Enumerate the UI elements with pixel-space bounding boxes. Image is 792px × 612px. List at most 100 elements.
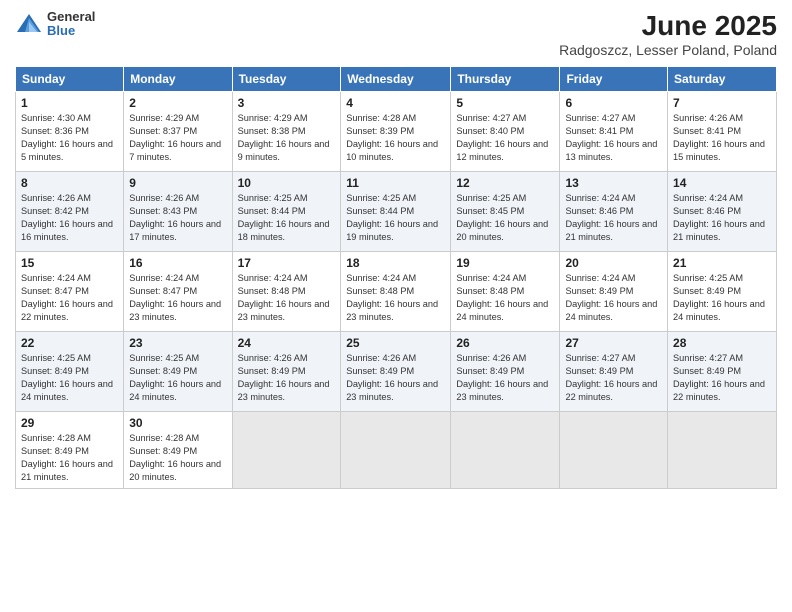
- table-row: 8 Sunrise: 4:26 AM Sunset: 8:42 PM Dayli…: [16, 172, 124, 252]
- daylight-label: Daylight: 16 hours and 5 minutes.: [21, 139, 113, 162]
- day-number: 25: [346, 336, 445, 350]
- sunset-label: Sunset: 8:41 PM: [673, 126, 741, 136]
- header-wednesday: Wednesday: [341, 67, 451, 92]
- sunrise-label: Sunrise: 4:25 AM: [346, 193, 416, 203]
- sunset-label: Sunset: 8:49 PM: [21, 366, 89, 376]
- table-row: 6 Sunrise: 4:27 AM Sunset: 8:41 PM Dayli…: [560, 92, 668, 172]
- table-row: 30 Sunrise: 4:28 AM Sunset: 8:49 PM Dayl…: [124, 412, 232, 489]
- table-row: 1 Sunrise: 4:30 AM Sunset: 8:36 PM Dayli…: [16, 92, 124, 172]
- day-info: Sunrise: 4:24 AM Sunset: 8:46 PM Dayligh…: [565, 192, 662, 244]
- daylight-label: Daylight: 16 hours and 23 minutes.: [346, 299, 438, 322]
- daylight-label: Daylight: 16 hours and 16 minutes.: [21, 219, 113, 242]
- day-number: 14: [673, 176, 771, 190]
- day-info: Sunrise: 4:24 AM Sunset: 8:48 PM Dayligh…: [346, 272, 445, 324]
- day-number: 18: [346, 256, 445, 270]
- day-number: 9: [129, 176, 226, 190]
- day-number: 23: [129, 336, 226, 350]
- day-number: 20: [565, 256, 662, 270]
- sunrise-label: Sunrise: 4:28 AM: [129, 433, 199, 443]
- sunset-label: Sunset: 8:43 PM: [129, 206, 197, 216]
- sunrise-label: Sunrise: 4:26 AM: [673, 113, 743, 123]
- day-info: Sunrise: 4:26 AM Sunset: 8:43 PM Dayligh…: [129, 192, 226, 244]
- day-number: 17: [238, 256, 336, 270]
- table-row: [451, 412, 560, 489]
- sunrise-label: Sunrise: 4:25 AM: [456, 193, 526, 203]
- daylight-label: Daylight: 16 hours and 24 minutes.: [565, 299, 657, 322]
- sunrise-label: Sunrise: 4:28 AM: [346, 113, 416, 123]
- header-monday: Monday: [124, 67, 232, 92]
- sunset-label: Sunset: 8:40 PM: [456, 126, 524, 136]
- calendar-header-row: Sunday Monday Tuesday Wednesday Thursday…: [16, 67, 777, 92]
- sunrise-label: Sunrise: 4:29 AM: [238, 113, 308, 123]
- daylight-label: Daylight: 16 hours and 10 minutes.: [346, 139, 438, 162]
- daylight-label: Daylight: 16 hours and 23 minutes.: [129, 299, 221, 322]
- day-number: 3: [238, 96, 336, 110]
- page-title: June 2025: [559, 10, 777, 42]
- sunrise-label: Sunrise: 4:24 AM: [456, 273, 526, 283]
- table-row: [341, 412, 451, 489]
- day-info: Sunrise: 4:25 AM Sunset: 8:44 PM Dayligh…: [346, 192, 445, 244]
- table-row: 23 Sunrise: 4:25 AM Sunset: 8:49 PM Dayl…: [124, 332, 232, 412]
- day-info: Sunrise: 4:24 AM Sunset: 8:47 PM Dayligh…: [21, 272, 118, 324]
- sunset-label: Sunset: 8:49 PM: [346, 366, 414, 376]
- sunset-label: Sunset: 8:49 PM: [129, 366, 197, 376]
- sunset-label: Sunset: 8:49 PM: [565, 286, 633, 296]
- daylight-label: Daylight: 16 hours and 22 minutes.: [565, 379, 657, 402]
- sunset-label: Sunset: 8:49 PM: [673, 286, 741, 296]
- day-number: 5: [456, 96, 554, 110]
- sunset-label: Sunset: 8:46 PM: [565, 206, 633, 216]
- day-info: Sunrise: 4:24 AM Sunset: 8:49 PM Dayligh…: [565, 272, 662, 324]
- sunrise-label: Sunrise: 4:30 AM: [21, 113, 91, 123]
- daylight-label: Daylight: 16 hours and 15 minutes.: [673, 139, 765, 162]
- sunrise-label: Sunrise: 4:24 AM: [238, 273, 308, 283]
- table-row: 19 Sunrise: 4:24 AM Sunset: 8:48 PM Dayl…: [451, 252, 560, 332]
- calendar-table: Sunday Monday Tuesday Wednesday Thursday…: [15, 66, 777, 489]
- sunrise-label: Sunrise: 4:29 AM: [129, 113, 199, 123]
- header: General Blue June 2025 Radgoszcz, Lesser…: [15, 10, 777, 58]
- logo-text: General Blue: [47, 10, 95, 39]
- page: General Blue June 2025 Radgoszcz, Lesser…: [0, 0, 792, 612]
- daylight-label: Daylight: 16 hours and 23 minutes.: [456, 379, 548, 402]
- day-number: 6: [565, 96, 662, 110]
- day-info: Sunrise: 4:25 AM Sunset: 8:45 PM Dayligh…: [456, 192, 554, 244]
- daylight-label: Daylight: 16 hours and 17 minutes.: [129, 219, 221, 242]
- day-info: Sunrise: 4:25 AM Sunset: 8:49 PM Dayligh…: [21, 352, 118, 404]
- day-info: Sunrise: 4:26 AM Sunset: 8:49 PM Dayligh…: [456, 352, 554, 404]
- day-info: Sunrise: 4:28 AM Sunset: 8:49 PM Dayligh…: [129, 432, 226, 484]
- table-row: [232, 412, 341, 489]
- sunrise-label: Sunrise: 4:24 AM: [346, 273, 416, 283]
- daylight-label: Daylight: 16 hours and 22 minutes.: [21, 299, 113, 322]
- day-number: 11: [346, 176, 445, 190]
- logo-general-text: General: [47, 10, 95, 24]
- sunrise-label: Sunrise: 4:26 AM: [129, 193, 199, 203]
- day-info: Sunrise: 4:30 AM Sunset: 8:36 PM Dayligh…: [21, 112, 118, 164]
- daylight-label: Daylight: 16 hours and 22 minutes.: [673, 379, 765, 402]
- table-row: 4 Sunrise: 4:28 AM Sunset: 8:39 PM Dayli…: [341, 92, 451, 172]
- day-info: Sunrise: 4:27 AM Sunset: 8:49 PM Dayligh…: [565, 352, 662, 404]
- table-row: 25 Sunrise: 4:26 AM Sunset: 8:49 PM Dayl…: [341, 332, 451, 412]
- logo-blue-text: Blue: [47, 24, 95, 38]
- sunset-label: Sunset: 8:41 PM: [565, 126, 633, 136]
- day-number: 26: [456, 336, 554, 350]
- table-row: 29 Sunrise: 4:28 AM Sunset: 8:49 PM Dayl…: [16, 412, 124, 489]
- daylight-label: Daylight: 16 hours and 13 minutes.: [565, 139, 657, 162]
- sunset-label: Sunset: 8:49 PM: [238, 366, 306, 376]
- table-row: 20 Sunrise: 4:24 AM Sunset: 8:49 PM Dayl…: [560, 252, 668, 332]
- sunrise-label: Sunrise: 4:27 AM: [565, 353, 635, 363]
- table-row: 7 Sunrise: 4:26 AM Sunset: 8:41 PM Dayli…: [668, 92, 777, 172]
- sunrise-label: Sunrise: 4:24 AM: [129, 273, 199, 283]
- sunset-label: Sunset: 8:47 PM: [21, 286, 89, 296]
- daylight-label: Daylight: 16 hours and 7 minutes.: [129, 139, 221, 162]
- table-row: [668, 412, 777, 489]
- daylight-label: Daylight: 16 hours and 23 minutes.: [238, 379, 330, 402]
- day-number: 24: [238, 336, 336, 350]
- daylight-label: Daylight: 16 hours and 18 minutes.: [238, 219, 330, 242]
- day-number: 29: [21, 416, 118, 430]
- day-info: Sunrise: 4:29 AM Sunset: 8:38 PM Dayligh…: [238, 112, 336, 164]
- daylight-label: Daylight: 16 hours and 24 minutes.: [129, 379, 221, 402]
- sunrise-label: Sunrise: 4:26 AM: [346, 353, 416, 363]
- day-number: 21: [673, 256, 771, 270]
- daylight-label: Daylight: 16 hours and 21 minutes.: [673, 219, 765, 242]
- day-info: Sunrise: 4:24 AM Sunset: 8:46 PM Dayligh…: [673, 192, 771, 244]
- day-info: Sunrise: 4:26 AM Sunset: 8:41 PM Dayligh…: [673, 112, 771, 164]
